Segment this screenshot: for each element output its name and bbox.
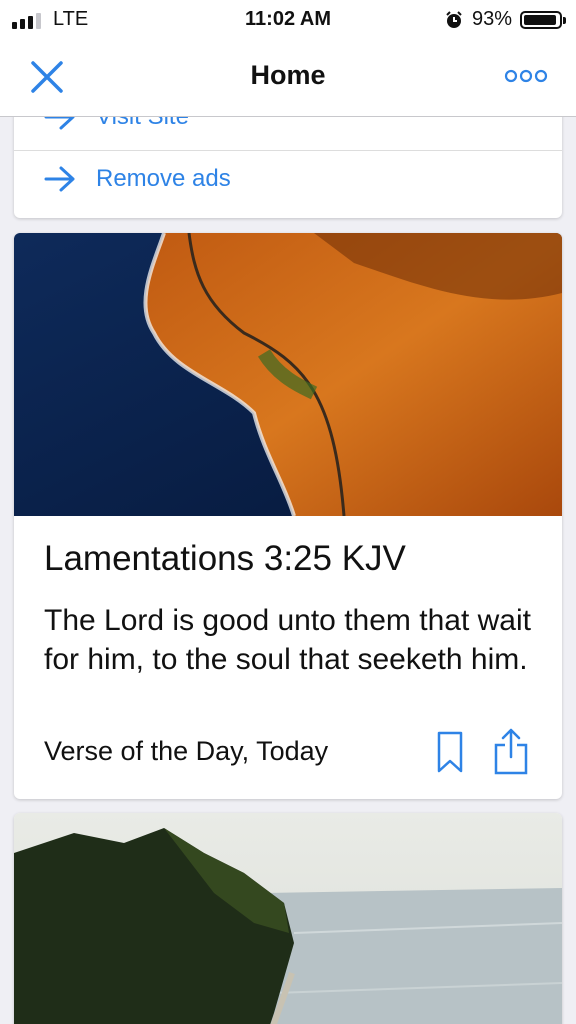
feed[interactable]: Visit Site Remove ads Lamentations 3:25 … <box>0 116 576 1024</box>
arrow-right-icon <box>44 116 75 130</box>
verse-of-the-day-card[interactable]: Lamentations 3:25 KJV The Lord is good u… <box>14 233 562 799</box>
visit-site-label: Visit Site <box>96 116 189 130</box>
verse-text: The Lord is good unto them that wait for… <box>44 604 531 676</box>
status-bar: LTE 11:02 AM 93% <box>0 0 576 38</box>
coastline-photo <box>14 233 562 516</box>
bookmark-icon[interactable] <box>437 731 463 773</box>
battery-percent: 93% <box>471 8 512 30</box>
more-icon[interactable] <box>504 66 548 86</box>
forest-coast-photo <box>14 813 562 1024</box>
share-icon[interactable] <box>494 727 528 775</box>
links-card: Visit Site Remove ads <box>14 116 562 218</box>
remove-ads-label: Remove ads <box>96 165 231 192</box>
nav-bar: Home <box>0 38 576 117</box>
verse-footer: Verse of the Day, Today <box>44 736 329 766</box>
page-title: Home <box>250 60 326 90</box>
remove-ads-link[interactable]: Remove ads <box>14 146 562 212</box>
battery-icon <box>520 10 566 29</box>
verse-reference: Lamentations 3:25 KJV <box>44 539 406 578</box>
arrow-right-icon <box>44 166 75 192</box>
next-card-photo[interactable] <box>14 813 562 1024</box>
alarm-icon <box>446 10 462 28</box>
